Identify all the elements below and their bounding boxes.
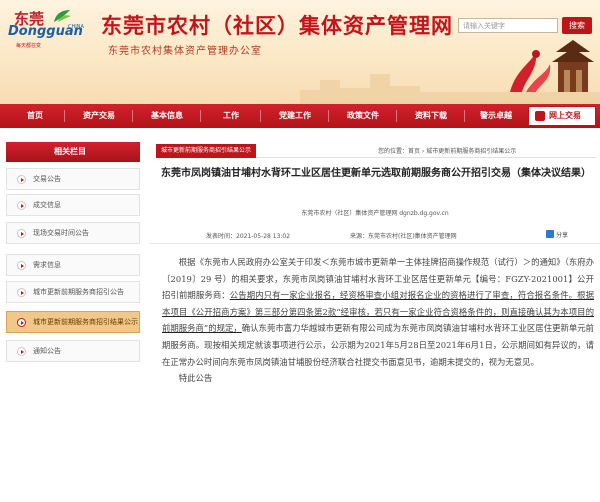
- article-title: 东莞市凤岗镇油甘埔村水背环工业区居住更新单元选取前期服务商公开招引交易（集体决议…: [161, 168, 591, 179]
- sidebar-item-renewal-result[interactable]: 城市更新前期服务商招引结果公示: [6, 311, 140, 333]
- nav-party[interactable]: 党建工作: [266, 104, 324, 128]
- arrow-icon: [17, 288, 26, 297]
- nav-warning[interactable]: 警示卓越: [470, 104, 522, 128]
- sidebar-title: 相关栏目: [6, 142, 140, 162]
- sidebar-item-label: 通知公告: [33, 347, 61, 355]
- sidebar-item-renewal-notice[interactable]: 城市更新前期服务商招引公告: [6, 281, 140, 303]
- arrow-icon: [17, 318, 26, 327]
- article-paragraph: 根据《东莞市人民政府办公室关于印发＜东莞市城市更新单一主体挂牌招商操作规范（试行…: [162, 257, 595, 367]
- arrow-icon: [17, 261, 26, 270]
- site-header: 东莞 Dongguan CHINA 每天都在变 东莞市农村（社区）集体资产管理网…: [0, 0, 600, 104]
- online-trade-button[interactable]: 网上交易: [528, 106, 596, 126]
- category-tag[interactable]: 城市更新前期服务商招引结果公示: [156, 144, 257, 158]
- article-origin: 来源：东莞市农村(社区)集体资产管理网: [350, 233, 457, 240]
- sidebar-item-demand[interactable]: 需求信息: [6, 254, 140, 276]
- dongguan-logo[interactable]: 东莞 Dongguan CHINA 每天都在变: [6, 6, 92, 54]
- arrow-icon: [17, 201, 26, 210]
- breadcrumb[interactable]: 您的位置：首页 › 城市更新前期服务商招引结果公示: [378, 146, 516, 155]
- nav-downloads[interactable]: 资料下载: [402, 104, 460, 128]
- nav-asset-trade[interactable]: 资产交易: [70, 104, 128, 128]
- sidebar-item-label: 需求信息: [33, 261, 61, 269]
- share-icon: [546, 230, 554, 238]
- article-meta: 发表时间：2021-05-28 13:02 来源：东莞市农村(社区)集体资产管理…: [150, 230, 600, 244]
- article-main: 城市更新前期服务商招引结果公示 您的位置：首页 › 城市更新前期服务商招引结果公…: [150, 136, 600, 502]
- sidebar-item-label: 成交信息: [33, 201, 61, 209]
- trade-icon: [535, 111, 545, 121]
- sidebar-item-trade-notice[interactable]: 交易公告: [6, 168, 140, 190]
- online-trade-label: 网上交易: [549, 111, 581, 120]
- logo-slogan: 每天都在变: [16, 43, 42, 49]
- sidebar-item-label: 城市更新前期服务商招引结果公示: [33, 318, 138, 326]
- sidebar-item-onsite-time[interactable]: 现场交易时间公告: [6, 222, 140, 244]
- logo-tag: CHINA: [68, 24, 84, 30]
- arrow-icon: [17, 347, 26, 356]
- nav-policy[interactable]: 政策文件: [334, 104, 392, 128]
- article-body: 根据《东莞市人民政府办公室关于印发＜东莞市城市更新单一主体挂牌招商操作规范（试行…: [162, 254, 594, 387]
- article-closing: 特此公告: [178, 373, 213, 384]
- nav-home[interactable]: 首页: [10, 104, 60, 128]
- site-subtitle: 东莞市农村集体资产管理办公室: [108, 46, 262, 57]
- share-button[interactable]: 分享: [546, 230, 568, 239]
- article-source: 东莞市农村（社区）集体资产管理网 dgnzb.dg.gov.cn: [301, 210, 449, 217]
- sidebar: 相关栏目 交易公告 成交信息 现场交易时间公告 需求信息 城市更新前期服务商招引…: [0, 136, 146, 502]
- leaf-icon: [54, 10, 71, 22]
- breadcrumb-bar: 城市更新前期服务商招引结果公示 您的位置：首页 › 城市更新前期服务商招引结果公…: [156, 144, 596, 158]
- share-label: 分享: [556, 232, 569, 239]
- sidebar-item-label: 现场交易时间公告: [33, 229, 89, 237]
- publish-time: 发表时间：2021-05-28 13:02: [206, 233, 291, 240]
- sidebar-item-notices[interactable]: 通知公告: [6, 340, 140, 362]
- main-nav: 首页 资产交易 基本信息 工作 党建工作 政策文件 资料下载 警示卓越 网上交易: [0, 104, 600, 128]
- nav-basic-info[interactable]: 基本信息: [138, 104, 196, 128]
- skyline-illustration: [300, 40, 600, 104]
- sidebar-item-deal-info[interactable]: 成交信息: [6, 194, 140, 216]
- nav-work[interactable]: 工作: [206, 104, 256, 128]
- sidebar-item-label: 交易公告: [33, 175, 61, 183]
- sidebar-item-label: 城市更新前期服务商招引公告: [33, 288, 124, 296]
- arrow-icon: [17, 175, 26, 184]
- arrow-icon: [17, 229, 26, 238]
